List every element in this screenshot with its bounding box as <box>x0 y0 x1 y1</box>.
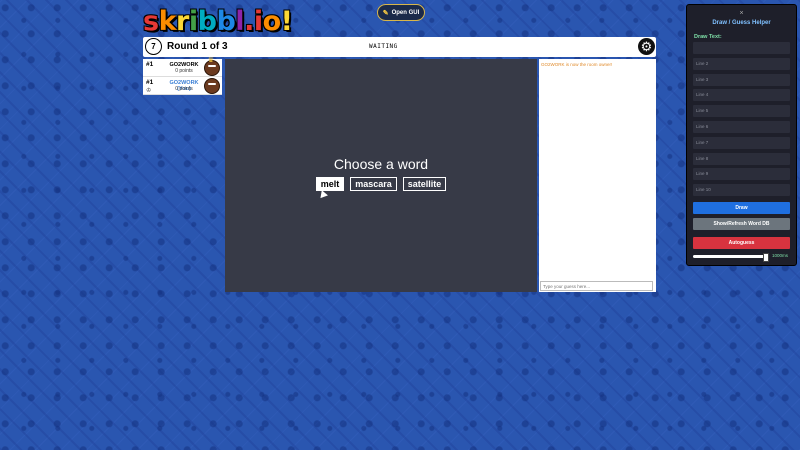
logo-letter: . <box>244 6 254 37</box>
chat-panel: GO2WORK is now the room owner! <box>539 59 656 292</box>
autoguess-button[interactable]: Autoguess <box>693 237 790 249</box>
text-line-input[interactable]: Line 10 <box>693 184 790 197</box>
close-icon[interactable]: × <box>687 10 796 17</box>
logo-letter: b <box>197 6 217 37</box>
helper-title: Draw / Guess Helper <box>712 20 771 26</box>
word-option[interactable]: mascara <box>350 177 397 191</box>
game-topbar: 7 Round 1 of 3 WAITING ⚙ <box>143 37 656 57</box>
logo-letter: i <box>188 6 198 37</box>
logo-letter: b <box>216 6 236 37</box>
logo-letter: i <box>253 6 263 37</box>
show-refresh-word-db-button[interactable]: Show/Refresh Word DB <box>693 218 790 230</box>
drawing-canvas[interactable]: Choose a word melt mascara satellite <box>225 59 537 292</box>
draw-guess-helper-panel: × Draw / Guess Helper Draw Text: Line 2 … <box>686 4 797 266</box>
text-line-input[interactable]: Line 6 <box>693 120 790 133</box>
game-status: WAITING <box>369 43 398 50</box>
draw-text-lines: Line 2 Line 3 Line 4 Line 5 Line 6 Line … <box>693 42 790 200</box>
draw-text-label: Draw Text: <box>694 34 722 40</box>
delay-slider[interactable] <box>693 253 769 262</box>
player-row[interactable]: #1 GO2WORK 0 points ♛ <box>143 57 222 77</box>
open-gui-button[interactable]: ✎ Open GUI <box>377 4 425 21</box>
timer-value: 7 <box>151 42 156 51</box>
crown-outline-icon: ♔ <box>146 88 152 94</box>
text-line-input[interactable]: Line 4 <box>693 89 790 102</box>
word-option[interactable]: melt <box>315 177 345 191</box>
logo-letter: ! <box>280 6 293 37</box>
draw-button[interactable]: Draw <box>693 202 790 214</box>
text-line-input[interactable]: Line 7 <box>693 136 790 149</box>
choose-word-prompt: Choose a word <box>333 156 429 172</box>
player-list: #1 GO2WORK 0 points ♛ #1 ♔ GO2WORK (You)… <box>143 57 222 95</box>
player-rank: #1 <box>146 79 154 86</box>
logo-letter: k <box>158 6 177 37</box>
settings-gear-icon[interactable]: ⚙ <box>638 38 655 55</box>
word-choices: melt mascara satellite <box>225 177 537 191</box>
word-option[interactable]: satellite <box>402 177 447 191</box>
logo-letter: l <box>235 6 245 37</box>
avatar <box>204 78 220 94</box>
player-rank: #1 <box>146 61 154 68</box>
logo-letter: s <box>143 6 159 37</box>
text-line-input[interactable]: Line 5 <box>693 105 790 118</box>
pencil-icon: ✎ <box>382 9 389 17</box>
text-line-input[interactable]: Line 2 <box>693 57 790 70</box>
text-line-input[interactable]: Line 9 <box>693 168 790 181</box>
chat-message: GO2WORK is now the room owner! <box>541 62 613 67</box>
player-points: 0 points <box>175 68 193 74</box>
slider-handle[interactable] <box>763 253 769 262</box>
delay-slider-value: 1000ms <box>772 253 789 258</box>
text-line-input[interactable] <box>693 42 790 54</box>
guess-input[interactable] <box>540 281 653 291</box>
skribbl-logo: skribbl.io! <box>143 6 293 37</box>
timer-clock-icon: 7 <box>145 38 162 55</box>
player-points: 0 points <box>175 86 193 92</box>
open-gui-label: Open GUI <box>391 9 420 16</box>
text-line-input[interactable]: Line 8 <box>693 152 790 165</box>
player-row[interactable]: #1 ♔ GO2WORK (You) 0 points <box>143 77 222 95</box>
logo-letter: o <box>262 6 282 37</box>
round-indicator: Round 1 of 3 <box>167 41 228 52</box>
logo-letter: r <box>176 6 189 37</box>
owner-crown-icon: ♛ <box>207 57 214 64</box>
text-line-input[interactable]: Line 3 <box>693 73 790 86</box>
